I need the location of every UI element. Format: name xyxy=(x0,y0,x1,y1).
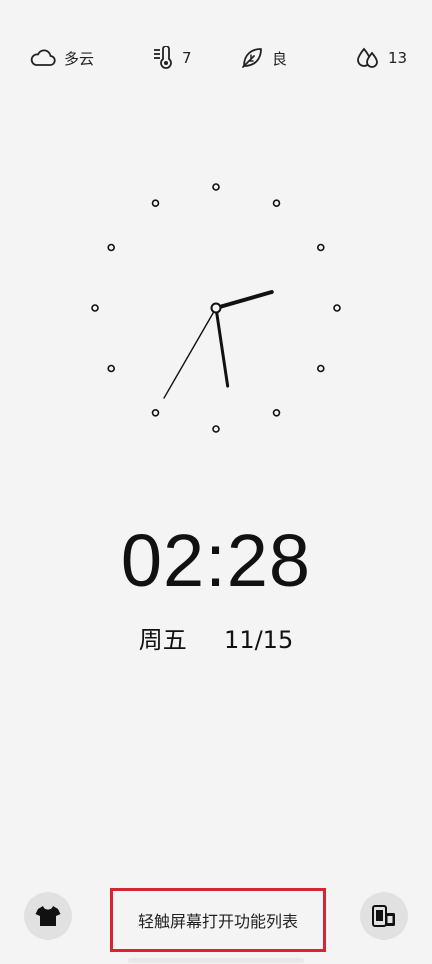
hour-marker xyxy=(107,364,116,373)
devices-button[interactable] xyxy=(360,892,408,940)
date-label: 11/15 xyxy=(224,626,294,654)
digital-time: 02:28 xyxy=(120,519,312,602)
weekday-label: 周五 xyxy=(138,626,187,654)
devices-icon xyxy=(372,905,395,927)
cloud-icon xyxy=(30,49,56,66)
temperature-status[interactable]: 7 xyxy=(152,42,192,74)
weather-status[interactable]: 多云 xyxy=(30,42,94,74)
hour-marker xyxy=(212,183,220,191)
analog-clock-face xyxy=(91,183,341,433)
thermometer-icon xyxy=(154,46,172,69)
home-indicator[interactable] xyxy=(128,958,304,963)
status-bar: 多云 7 良 13 xyxy=(0,42,432,74)
analog-clock xyxy=(66,158,366,458)
water-drops-icon xyxy=(357,47,378,68)
second-hand xyxy=(163,307,217,399)
hint-text: 轻触屏幕打开功能列表 xyxy=(137,912,298,931)
hour-marker xyxy=(107,243,116,252)
air-quality-label: 良 xyxy=(272,49,288,68)
open-function-list-hint[interactable]: 轻触屏幕打开功能列表 xyxy=(110,888,326,952)
tshirt-icon xyxy=(35,906,61,926)
humidity-value: 13 xyxy=(388,49,408,67)
theme-button[interactable] xyxy=(24,892,72,940)
hour-marker xyxy=(316,243,325,252)
air-quality-status[interactable]: 良 xyxy=(240,42,287,74)
hour-marker xyxy=(272,408,281,417)
hour-marker xyxy=(91,304,99,312)
clock-center-pin xyxy=(210,302,222,314)
hour-marker xyxy=(151,408,160,417)
leaf-icon xyxy=(242,48,262,68)
hour-marker xyxy=(272,199,281,208)
weather-label: 多云 xyxy=(64,49,95,68)
hour-marker xyxy=(151,199,160,208)
hour-marker xyxy=(316,364,325,373)
date-display: 周五 11/15 xyxy=(0,620,432,655)
temperature-value: 7 xyxy=(182,49,192,67)
hour-marker xyxy=(333,304,341,312)
hour-marker xyxy=(212,425,220,433)
humidity-status[interactable]: 13 xyxy=(356,42,407,74)
minute-hand xyxy=(214,306,230,388)
hour-hand xyxy=(214,290,274,310)
